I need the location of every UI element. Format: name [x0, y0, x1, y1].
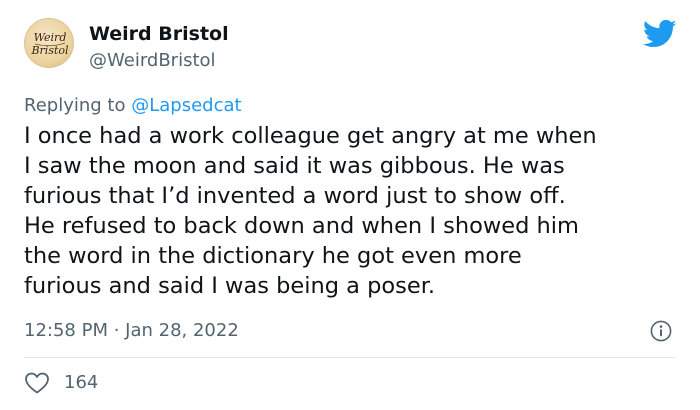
tweet-text-line: I once had a work colleague get angry at… — [24, 123, 597, 149]
avatar-text-top: Weird — [34, 31, 67, 44]
tweet-text-line: He refused to back down and when I showe… — [24, 213, 579, 239]
tweet-text-line: furious and said I was being a poser. — [24, 273, 436, 299]
tweet-text-line: furious that I’d invented a word just to… — [24, 183, 566, 209]
tweet-text: I once had a work colleague get angry at… — [24, 121, 674, 301]
info-icon[interactable] — [650, 320, 672, 342]
display-name[interactable]: Weird Bristol — [89, 22, 229, 46]
reply-mention-link[interactable]: @Lapsedcat — [131, 95, 241, 116]
heart-icon[interactable] — [24, 371, 50, 395]
tweet-timestamp[interactable]: 12:58 PM · Jan 28, 2022 — [24, 320, 239, 342]
like-action[interactable]: 164 — [24, 372, 98, 394]
user-handle[interactable]: @WeirdBristol — [89, 50, 216, 72]
tweet-text-line: I saw the moon and said it was gibbous. … — [24, 153, 565, 179]
tweet-text-line: the word in the dictionary he got even m… — [24, 243, 522, 269]
replying-to-label: Replying to — [24, 95, 132, 116]
avatar[interactable]: Weird Bristol — [24, 18, 74, 68]
twitter-bird-icon[interactable] — [643, 19, 677, 49]
divider — [24, 357, 676, 358]
replying-to: Replying to @Lapsedcat — [24, 95, 242, 117]
like-count: 164 — [64, 372, 99, 393]
